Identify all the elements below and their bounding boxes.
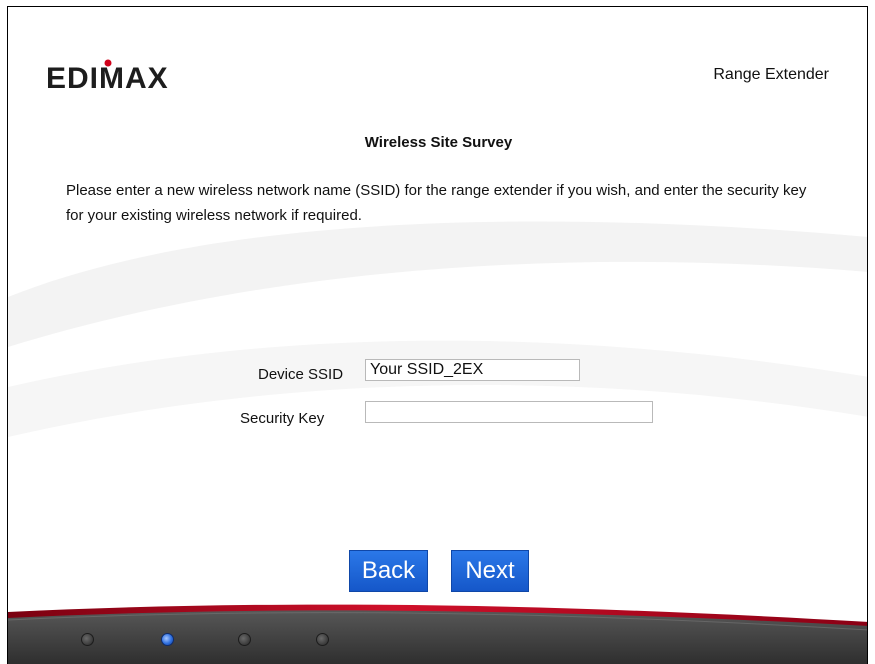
device-ssid-label: Device SSID — [258, 366, 344, 383]
page-title: Wireless Site Survey — [364, 134, 513, 151]
progress-dot-1 — [81, 633, 94, 646]
progress-dot-3 — [238, 633, 251, 646]
next-button[interactable]: Next — [451, 550, 529, 592]
logo-text: EDIMAX — [46, 62, 169, 95]
security-key-label: Security Key — [240, 410, 325, 427]
progress-dot-2-active — [161, 633, 174, 646]
device-ssid-input[interactable] — [365, 359, 580, 381]
progress-dot-4 — [316, 633, 329, 646]
security-key-input[interactable] — [365, 401, 653, 423]
edimax-logo: EDIMAX — [44, 55, 194, 95]
progress-indicator — [8, 630, 867, 650]
product-name: Range Extender — [713, 66, 829, 83]
setup-wizard-window: EDIMAX Range Extender Wireless Site Surv… — [7, 6, 868, 664]
instructions-text: Please enter a new wireless network name… — [66, 182, 807, 224]
logo-red-dot-icon — [104, 59, 112, 67]
back-button[interactable]: Back — [349, 550, 428, 592]
